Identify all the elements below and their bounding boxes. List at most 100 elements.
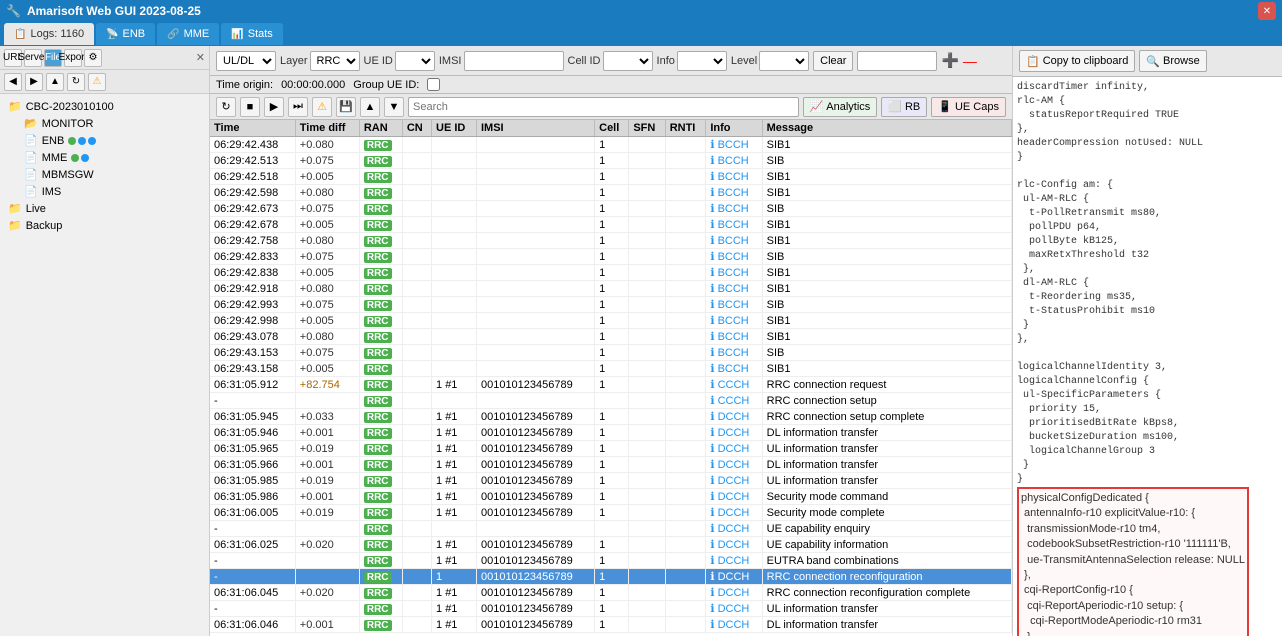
- app-icon: 🔧: [6, 4, 21, 18]
- info-badge: ℹ DCCH: [710, 459, 749, 471]
- table-row[interactable]: - RRC 1 #1 001010123456789 1 ℹ DCCH UL i…: [210, 601, 1012, 617]
- analytics-btn[interactable]: 📈 Analytics: [803, 97, 878, 117]
- refresh-btn[interactable]: ↻: [216, 97, 236, 117]
- copy-to-clipboard-btn[interactable]: 📋 Copy to clipboard: [1019, 50, 1135, 72]
- filter-imsi-input[interactable]: [464, 51, 564, 71]
- table-row[interactable]: 06:29:42.838 +0.005 RRC 1 ℹ BCCH SIB1: [210, 265, 1012, 281]
- sidebar-forward-btn[interactable]: ▶: [25, 73, 43, 91]
- filter-extra-input[interactable]: [857, 51, 937, 71]
- up-btn[interactable]: ▲: [360, 97, 380, 117]
- table-row[interactable]: 06:29:43.158 +0.005 RRC 1 ℹ BCCH SIB1: [210, 361, 1012, 377]
- table-row[interactable]: 06:29:42.998 +0.005 RRC 1 ℹ BCCH SIB1: [210, 313, 1012, 329]
- table-row[interactable]: 06:29:42.518 +0.005 RRC 1 ℹ BCCH SIB1: [210, 169, 1012, 185]
- sidebar-item-mme[interactable]: 📄 MME: [20, 149, 205, 166]
- filter-clear-btn[interactable]: Clear: [813, 51, 853, 71]
- sidebar-item-live[interactable]: 📁 Live: [4, 200, 205, 217]
- cell-cn: [402, 441, 431, 457]
- cell-sfn: [629, 585, 665, 601]
- rb-btn[interactable]: ⬜ RB: [881, 97, 927, 117]
- cell-ran: RRC: [359, 201, 402, 217]
- sidebar-nav-server[interactable]: Server: [24, 49, 42, 67]
- sidebar-settings[interactable]: ⚙: [84, 49, 102, 67]
- table-row[interactable]: 06:31:06.046 +0.001 RRC 1 #1 00101012345…: [210, 617, 1012, 633]
- table-row[interactable]: - RRC ℹ DCCH UE capability enquiry: [210, 521, 1012, 537]
- sidebar-back-btn[interactable]: ◀: [4, 73, 22, 91]
- table-row[interactable]: 06:29:42.678 +0.005 RRC 1 ℹ BCCH SIB1: [210, 217, 1012, 233]
- table-row[interactable]: 06:31:05.985 +0.019 RRC 1 #1 00101012345…: [210, 473, 1012, 489]
- sidebar-item-mbmsgw[interactable]: 📄 MBMSGW: [20, 166, 205, 183]
- table-row[interactable]: 06:29:42.438 +0.080 RRC 1 ℹ BCCH SIB1: [210, 137, 1012, 153]
- cell-cn: [402, 345, 431, 361]
- cell-diff: +0.075: [295, 297, 359, 313]
- sidebar-close-btn[interactable]: ✕: [196, 51, 205, 64]
- filter-cellid-select[interactable]: [603, 51, 653, 71]
- table-row[interactable]: 06:29:42.918 +0.080 RRC 1 ℹ BCCH SIB1: [210, 281, 1012, 297]
- group-ueid-checkbox[interactable]: [427, 78, 440, 91]
- tab-logs[interactable]: 📋 Logs: 1160: [4, 23, 94, 45]
- filter-info-select[interactable]: [677, 51, 727, 71]
- filter-layer-select[interactable]: RRC: [310, 51, 360, 71]
- cell-ueid: 1 #1: [432, 457, 477, 473]
- sidebar-item-ims[interactable]: 📄 IMS: [20, 183, 205, 200]
- table-row[interactable]: 06:29:43.153 +0.075 RRC 1 ℹ BCCH SIB: [210, 345, 1012, 361]
- table-row[interactable]: 06:29:42.833 +0.075 RRC 1 ℹ BCCH SIB: [210, 249, 1012, 265]
- stop-btn[interactable]: ■: [240, 97, 260, 117]
- cell-diff: +82.754: [295, 377, 359, 393]
- filter-level-group: Level: [731, 51, 809, 71]
- tab-enb[interactable]: 📡 ENB: [96, 23, 155, 45]
- down-btn[interactable]: ▼: [384, 97, 404, 117]
- info-badge: ℹ BCCH: [710, 299, 748, 311]
- table-row[interactable]: 06:29:42.993 +0.075 RRC 1 ℹ BCCH SIB: [210, 297, 1012, 313]
- filter-remove-btn[interactable]: —: [963, 53, 977, 69]
- table-row[interactable]: 06:31:06.025 +0.020 RRC 1 #1 00101012345…: [210, 537, 1012, 553]
- uecaps-btn[interactable]: 📱 UE Caps: [931, 97, 1006, 117]
- cell-ran: RRC: [359, 153, 402, 169]
- table-row[interactable]: - RRC 1 001010123456789 1 ℹ DCCH RRC con…: [210, 569, 1012, 585]
- filter-ueid-select[interactable]: [395, 51, 435, 71]
- table-row[interactable]: - RRC ℹ CCCH RRC connection setup: [210, 393, 1012, 409]
- warn-btn[interactable]: ⚠: [312, 97, 332, 117]
- table-row[interactable]: 06:29:42.598 +0.080 RRC 1 ℹ BCCH SIB1: [210, 185, 1012, 201]
- table-row[interactable]: 06:31:06.045 +0.020 RRC 1 #1 00101012345…: [210, 585, 1012, 601]
- cell-time: 06:29:42.998: [210, 313, 295, 329]
- sidebar-item-monitor[interactable]: 📂 MONITOR: [20, 115, 205, 132]
- table-row[interactable]: 06:29:42.513 +0.075 RRC 1 ℹ BCCH SIB: [210, 153, 1012, 169]
- tab-stats[interactable]: 📊 Stats: [221, 23, 283, 45]
- table-row[interactable]: 06:31:05.945 +0.033 RRC 1 #1 00101012345…: [210, 409, 1012, 425]
- cell-imsi: 001010123456789: [476, 617, 594, 633]
- table-row[interactable]: - RRC 1 #1 001010123456789 1 ℹ DCCH EUTR…: [210, 553, 1012, 569]
- filter-uldl-select[interactable]: UL/DL: [216, 51, 276, 71]
- cell-message: DL information transfer: [762, 457, 1011, 473]
- search-input[interactable]: [408, 97, 799, 117]
- save-btn[interactable]: 💾: [336, 97, 356, 117]
- info-badge: ℹ BCCH: [710, 155, 748, 167]
- table-row[interactable]: 06:29:42.758 +0.080 RRC 1 ℹ BCCH SIB1: [210, 233, 1012, 249]
- sidebar-export[interactable]: Export: [64, 49, 82, 67]
- filter-add-btn[interactable]: ➕: [941, 52, 958, 69]
- table-row[interactable]: 06:31:05.986 +0.001 RRC 1 #1 00101012345…: [210, 489, 1012, 505]
- table-row[interactable]: 06:31:05.965 +0.019 RRC 1 #1 00101012345…: [210, 441, 1012, 457]
- play-btn[interactable]: ▶: [264, 97, 284, 117]
- sidebar-warn-btn[interactable]: ⚠: [88, 73, 106, 91]
- table-row[interactable]: 06:31:05.946 +0.001 RRC 1 #1 00101012345…: [210, 425, 1012, 441]
- cell-rnti: [665, 169, 706, 185]
- cell-sfn: [629, 201, 665, 217]
- cell-cn: [402, 569, 431, 585]
- table-row[interactable]: 06:31:06.005 +0.019 RRC 1 #1 00101012345…: [210, 505, 1012, 521]
- browse-btn[interactable]: 🔍 Browse: [1139, 50, 1206, 72]
- table-row[interactable]: 06:31:05.912 +82.754 RRC 1 #1 0010101234…: [210, 377, 1012, 393]
- sidebar-refresh-btn[interactable]: ↻: [67, 73, 85, 91]
- table-row[interactable]: 06:31:05.966 +0.001 RRC 1 #1 00101012345…: [210, 457, 1012, 473]
- sidebar-up-btn[interactable]: ▲: [46, 73, 64, 91]
- filter-level-select[interactable]: [759, 51, 809, 71]
- close-button[interactable]: ✕: [1258, 2, 1276, 20]
- sidebar-item-cbc[interactable]: 📁 CBC-2023010100: [4, 98, 205, 115]
- sidebar-item-backup[interactable]: 📁 Backup: [4, 217, 205, 234]
- cell-ueid: 1 #1: [432, 489, 477, 505]
- tab-mme[interactable]: 🔗 MME: [157, 23, 219, 45]
- skip-btn[interactable]: ⏭: [288, 97, 308, 117]
- cell-cn: [402, 281, 431, 297]
- table-row[interactable]: 06:29:42.673 +0.075 RRC 1 ℹ BCCH SIB: [210, 201, 1012, 217]
- sidebar-item-enb[interactable]: 📄 ENB: [20, 132, 205, 149]
- table-row[interactable]: 06:29:43.078 +0.080 RRC 1 ℹ BCCH SIB1: [210, 329, 1012, 345]
